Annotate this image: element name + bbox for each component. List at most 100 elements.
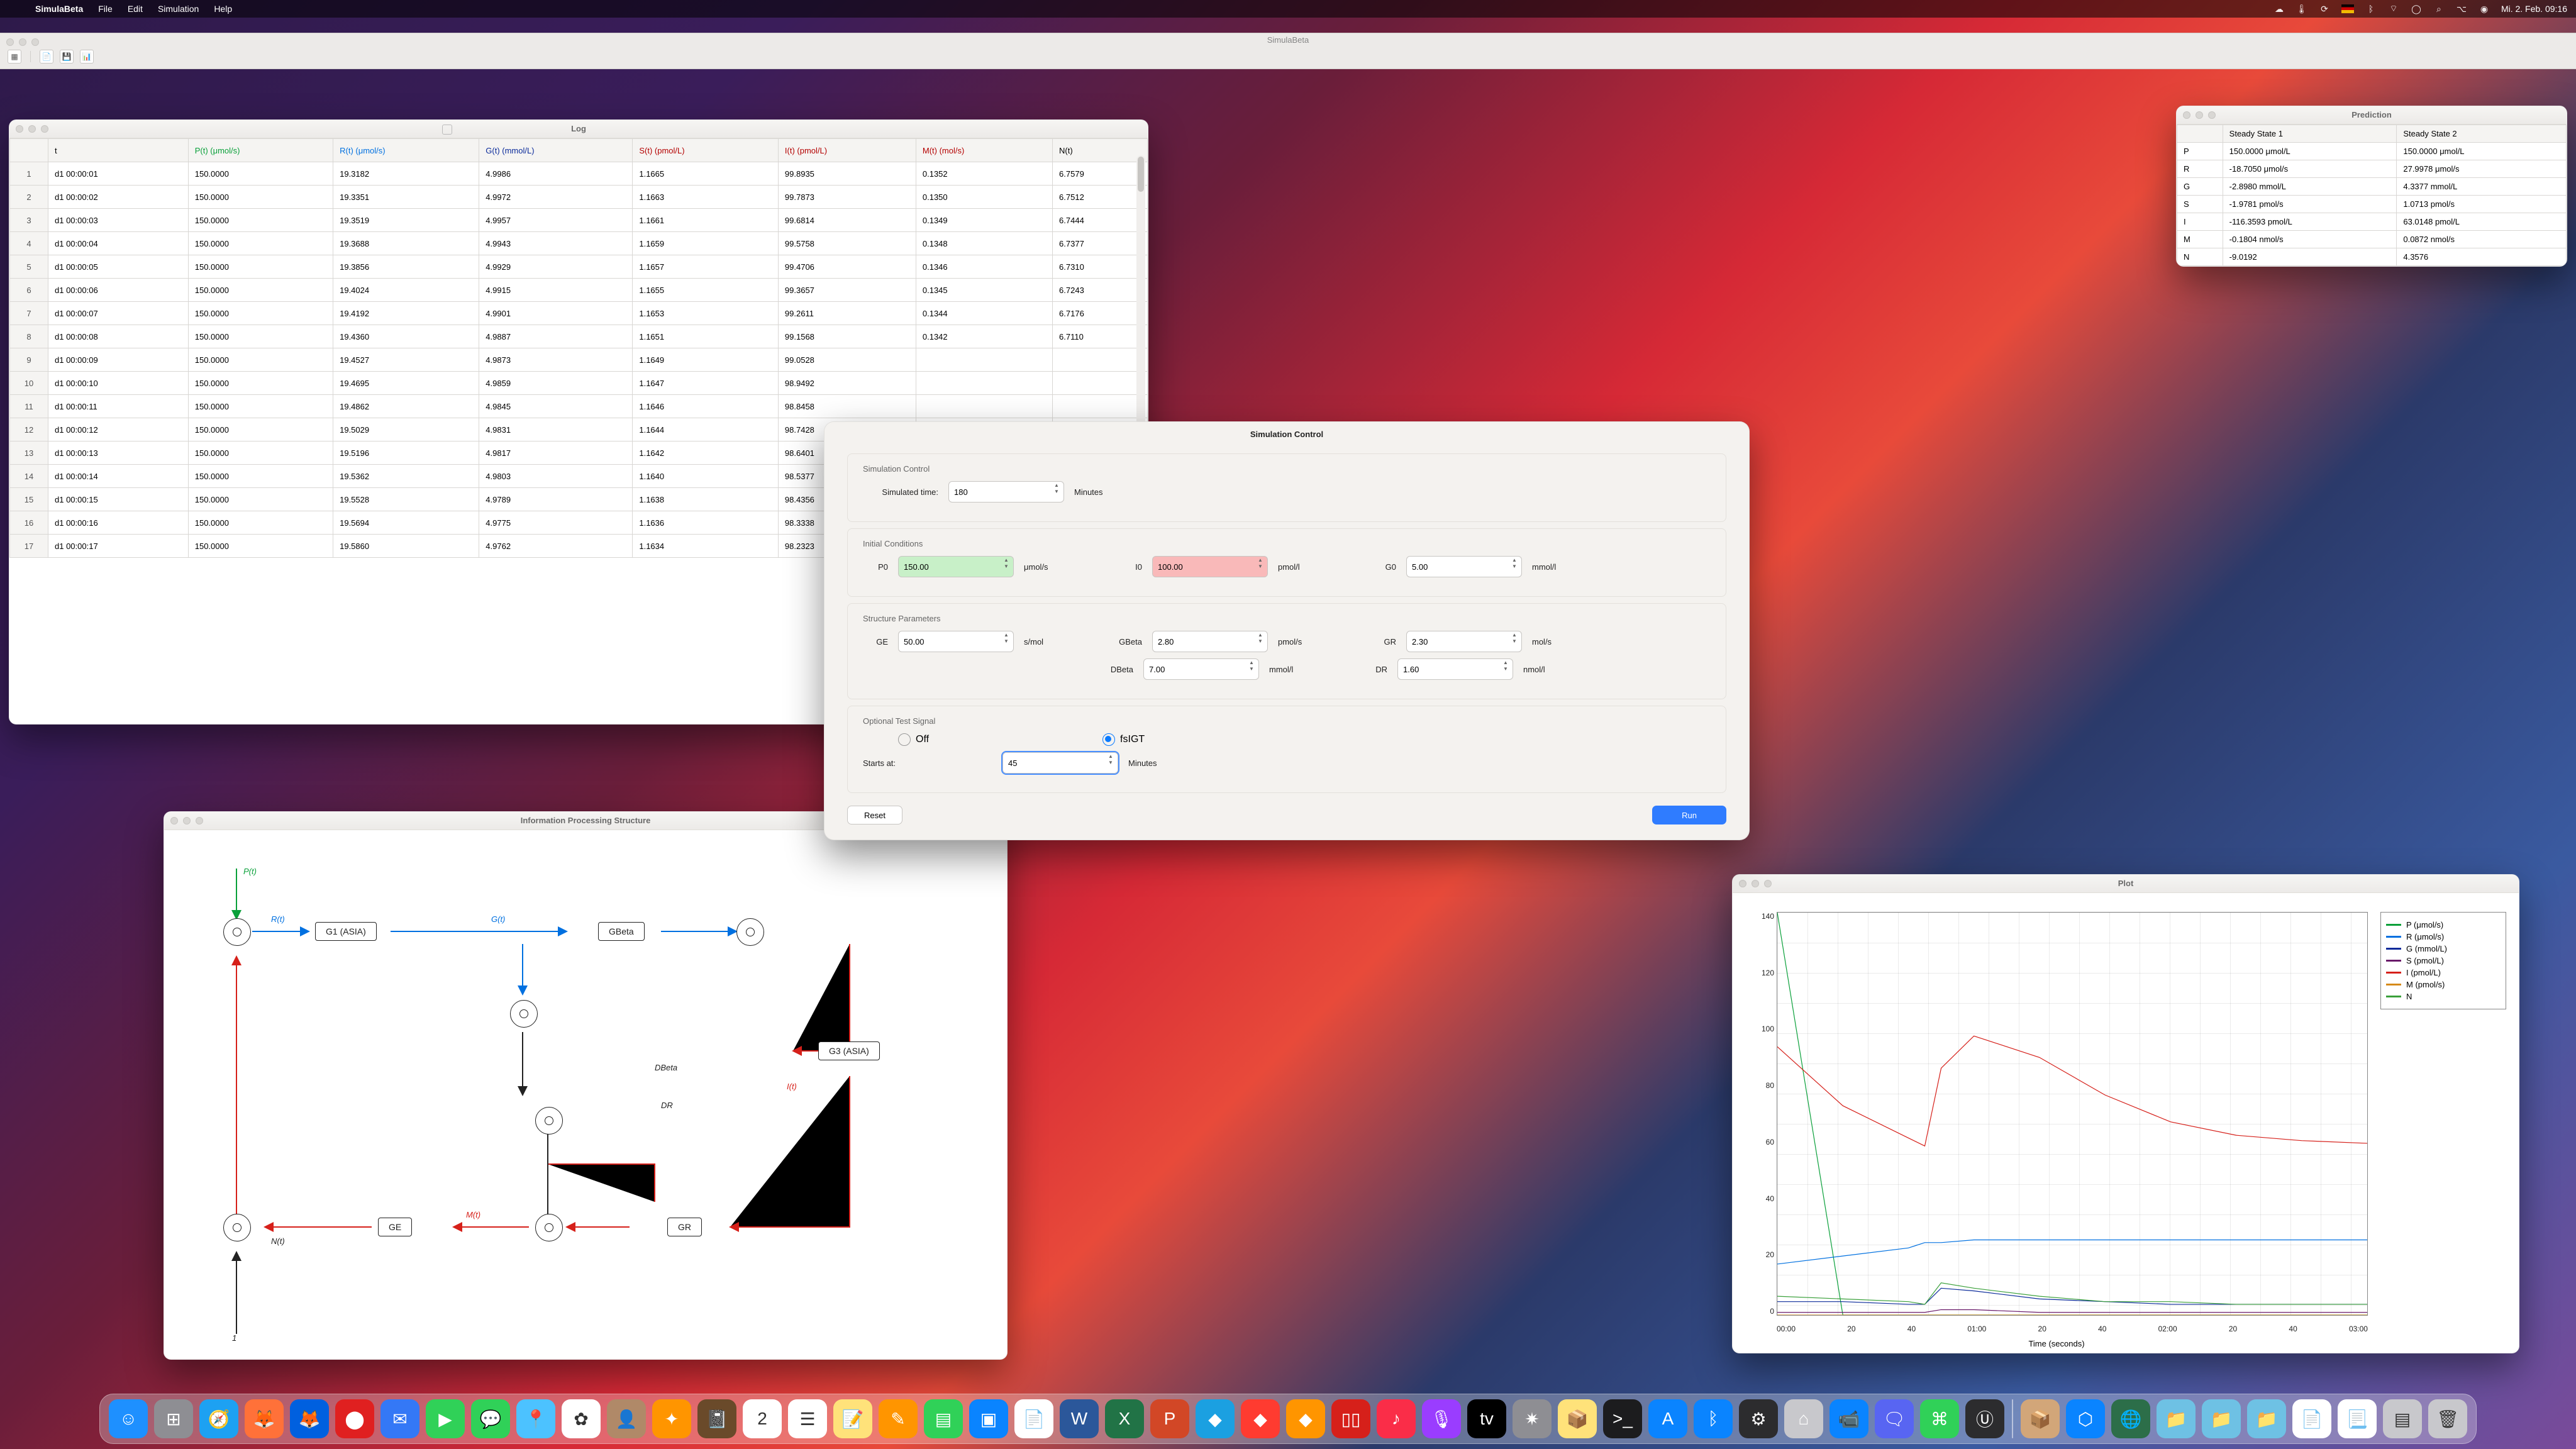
log-col-P[interactable]: P(t) (μmol/s) (188, 139, 333, 162)
table-row[interactable]: G-2.8980 mmol/L4.3377 mmol/L (2177, 178, 2567, 196)
table-row[interactable]: 2d1 00:00:02150.000019.33514.99721.16639… (10, 186, 1148, 209)
search-icon[interactable]: ⌕ (2433, 3, 2445, 14)
sim-input-G0[interactable]: ▲▼ (1406, 556, 1522, 577)
dock-app-safari[interactable]: 🧭 (199, 1399, 238, 1438)
dock-app-globe[interactable]: 🌐 (2111, 1399, 2150, 1438)
dock-app-finder[interactable]: ☺ (109, 1399, 148, 1438)
sim-input-starts[interactable]: ▲▼ (1002, 752, 1118, 774)
table-row[interactable]: I-116.3593 pmol/L63.0148 pmol/L (2177, 213, 2567, 231)
dock-app-bluetooth[interactable]: ᛒ (1694, 1399, 1733, 1438)
dock-app-messages[interactable]: 💬 (471, 1399, 510, 1438)
table-row[interactable]: 5d1 00:00:05150.000019.38564.99291.16579… (10, 255, 1148, 279)
prediction-col-ss2[interactable]: Steady State 2 (2397, 125, 2567, 143)
wifi-icon[interactable]: ⌔ (2388, 3, 2399, 14)
bluetooth-icon[interactable]: ᛒ (2365, 3, 2377, 14)
cloud-icon[interactable]: ☁ (2273, 3, 2285, 14)
dock-app-discord[interactable]: 🗨 (1875, 1399, 1914, 1438)
dock-app-firefox-dev[interactable]: 🦊 (290, 1399, 329, 1438)
table-row[interactable]: 9d1 00:00:09150.000019.45274.98731.16499… (10, 348, 1148, 372)
sim-run-button[interactable]: Run (1652, 806, 1726, 824)
dock-app-doc2[interactable]: 📃 (2338, 1399, 2377, 1438)
dock-app-app1[interactable]: ✦ (652, 1399, 691, 1438)
table-row[interactable]: P150.0000 μmol/L150.0000 μmol/L (2177, 143, 2567, 160)
dock-app-firefox[interactable]: 🦊 (245, 1399, 284, 1438)
table-row[interactable]: R-18.7050 μmol/s27.9978 μmol/s (2177, 160, 2567, 178)
sim-radio-fsigt[interactable]: fsIGT (1102, 733, 1145, 746)
table-row[interactable]: 8d1 00:00:08150.000019.43604.98871.16519… (10, 325, 1148, 348)
menu-simulation[interactable]: Simulation (158, 4, 199, 14)
sim-reset-button[interactable]: Reset (847, 806, 902, 824)
dock-app-podcasts[interactable]: 🎙 (1422, 1399, 1461, 1438)
main-window-traffic[interactable] (6, 38, 39, 46)
sim-input-P0[interactable]: ▲▼ (898, 556, 1014, 577)
sim-input-GBeta[interactable]: ▲▼ (1152, 631, 1268, 652)
toolbar-new-button[interactable]: ▦ (8, 50, 21, 64)
sim-radio-off[interactable]: Off (898, 733, 929, 746)
dock-app-app3[interactable]: ✷ (1513, 1399, 1552, 1438)
sim-input-simtime[interactable]: ▲▼ (948, 481, 1064, 502)
dock-app-app2[interactable]: 📓 (697, 1399, 736, 1438)
dock-app-calendar[interactable]: 2 (743, 1399, 782, 1438)
dock-app-app4[interactable]: 📦 (1558, 1399, 1597, 1438)
dock-app-maps[interactable]: 📍 (516, 1399, 555, 1438)
menu-file[interactable]: File (98, 4, 113, 14)
user-icon[interactable]: ◯ (2411, 3, 2422, 14)
toolbar-save-button[interactable]: 💾 (60, 50, 74, 64)
sim-input-DBeta[interactable]: ▲▼ (1143, 658, 1259, 680)
menubar-clock[interactable]: Mi. 2. Feb. 09:16 (2501, 4, 2567, 14)
dock-app-contacts[interactable]: 👤 (607, 1399, 646, 1438)
table-row[interactable]: N-9.01924.3576 (2177, 248, 2567, 266)
sync-icon[interactable]: ⟳ (2319, 3, 2330, 14)
dock-app-tv[interactable]: tv (1467, 1399, 1506, 1438)
dock-app-doc3[interactable]: ▤ (2383, 1399, 2422, 1438)
dock-app-excel[interactable]: X (1105, 1399, 1144, 1438)
dock-app-folder2[interactable]: 📁 (2202, 1399, 2241, 1438)
table-row[interactable]: 3d1 00:00:03150.000019.35194.99571.16619… (10, 209, 1148, 232)
temp-icon[interactable]: 🌡 (2296, 3, 2307, 14)
prediction-col-var[interactable] (2177, 125, 2223, 143)
dock-app-box[interactable]: 📦 (2021, 1399, 2060, 1438)
flag-icon[interactable] (2341, 4, 2354, 13)
dock-app-affinity2[interactable]: ◆ (1241, 1399, 1280, 1438)
table-row[interactable]: 1d1 00:00:01150.000019.31824.99861.16659… (10, 162, 1148, 186)
dock-app-reminders[interactable]: ☰ (788, 1399, 827, 1438)
dock-app-trash[interactable]: 🗑 (2428, 1399, 2467, 1438)
plot-window-traffic[interactable] (1739, 880, 1772, 887)
log-col-N[interactable]: N(t) (1053, 139, 1148, 162)
table-row[interactable]: 7d1 00:00:07150.000019.41924.99011.16539… (10, 302, 1148, 325)
dock-app-pages[interactable]: 📄 (1014, 1399, 1053, 1438)
dock-app-launchpad[interactable]: ⊞ (154, 1399, 193, 1438)
sim-input-I0[interactable]: ▲▼ (1152, 556, 1268, 577)
dock-app-zoom[interactable]: 📹 (1829, 1399, 1868, 1438)
table-row[interactable]: 11d1 00:00:11150.000019.48624.98451.1646… (10, 395, 1148, 418)
dock-app-keynote[interactable]: ▣ (969, 1399, 1008, 1438)
dock-app-terminal[interactable]: >_ (1603, 1399, 1642, 1438)
table-row[interactable]: M-0.1804 nmol/s0.0872 nmol/s (2177, 231, 2567, 248)
dock-app-folder3[interactable]: 📁 (2247, 1399, 2286, 1438)
dock-app-mail[interactable]: ✉ (380, 1399, 419, 1438)
log-col-S[interactable]: S(t) (pmol/L) (633, 139, 779, 162)
toolbar-chart-button[interactable]: 📊 (80, 50, 94, 64)
log-col-t[interactable]: t (48, 139, 189, 162)
dock-app-facetime[interactable]: ▶ (426, 1399, 465, 1438)
dock-app-parallels[interactable]: ▯▯ (1331, 1399, 1370, 1438)
prediction-window-traffic[interactable] (2183, 111, 2216, 119)
dock-app-record[interactable]: ⬤ (335, 1399, 374, 1438)
dock-app-app5[interactable]: ⚙ (1739, 1399, 1778, 1438)
log-col-I[interactable]: I(t) (pmol/L) (778, 139, 916, 162)
dock-app-app7[interactable]: ⌘ (1920, 1399, 1959, 1438)
dock-app-notes[interactable]: 📝 (833, 1399, 872, 1438)
dock-app-affinity1[interactable]: ◆ (1196, 1399, 1235, 1438)
log-scrollbar-thumb[interactable] (1138, 157, 1144, 192)
table-row[interactable]: 4d1 00:00:04150.000019.36884.99431.16599… (10, 232, 1148, 255)
ips-window-traffic[interactable] (170, 817, 203, 824)
menu-help[interactable]: Help (214, 4, 232, 14)
toolbar-open-button[interactable]: 📄 (40, 50, 53, 64)
log-col-R[interactable]: R(t) (μmol/s) (333, 139, 479, 162)
dock-app-folder1[interactable]: 📁 (2157, 1399, 2196, 1438)
table-row[interactable]: 6d1 00:00:06150.000019.40244.99151.16559… (10, 279, 1148, 302)
dock-app-app6[interactable]: ⌂ (1784, 1399, 1823, 1438)
dock-app-appstore[interactable]: A (1648, 1399, 1687, 1438)
dock-app-simulabeta[interactable]: ⬡ (2066, 1399, 2105, 1438)
control-center-icon[interactable]: ⌥ (2456, 3, 2467, 14)
